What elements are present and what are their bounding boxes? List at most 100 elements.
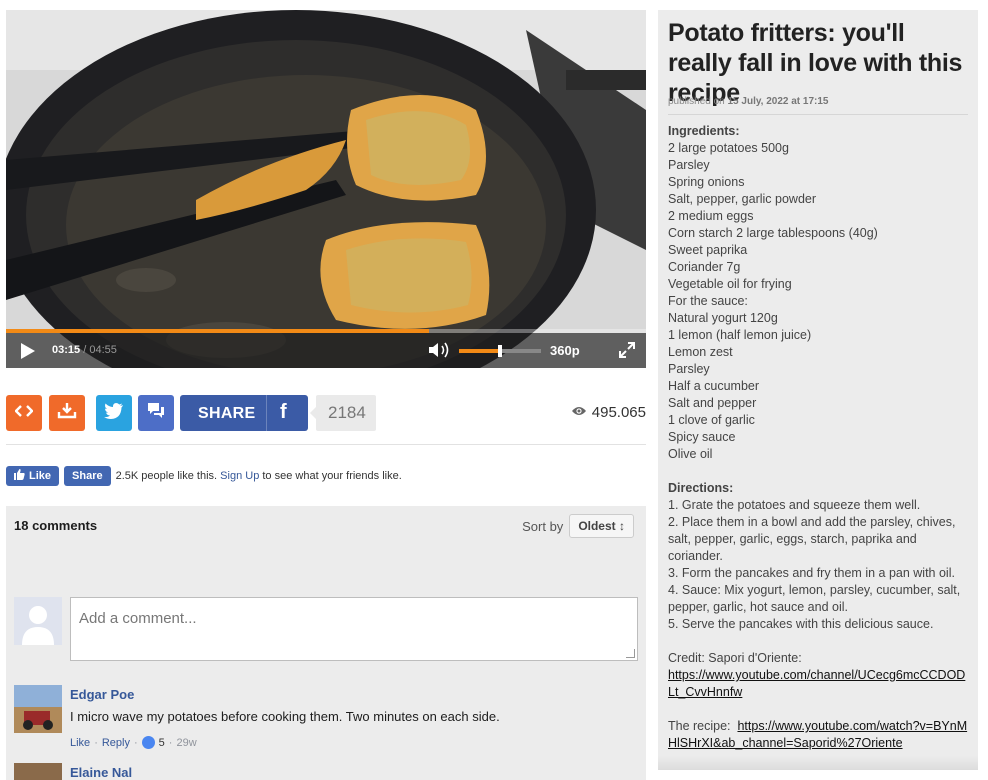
sort-value: Oldest (578, 519, 616, 533)
comment-reply-link[interactable]: Reply (102, 737, 130, 749)
ingredient-item: Olive oil (668, 447, 713, 461)
direction-step: 5. Serve the pancakes with this deliciou… (668, 617, 934, 631)
time-separator: / (83, 344, 87, 356)
comments-section: 18 comments Sort by Oldest ↕ Add a comme… (6, 506, 646, 780)
share-divider (266, 395, 267, 431)
download-icon (57, 402, 77, 425)
view-count: 495.065 (571, 404, 646, 421)
recipe-sidebar: Potato fritters: you'll really fall in l… (658, 10, 978, 770)
comments-count: 18 comments (14, 518, 98, 533)
published-value: 15 July, 2022 at 17:15 (727, 96, 829, 107)
sort-control: Sort by Oldest ↕ (522, 514, 634, 538)
directions-heading: Directions: (668, 481, 734, 495)
volume-icon[interactable] (428, 341, 452, 362)
volume-knob[interactable] (498, 345, 502, 357)
video-controls: 03:15 / 04:55 360p (6, 333, 646, 368)
facebook-like-bar: Like Share 2.5K people like this. Sign U… (6, 466, 402, 486)
comment-like-count: 5 (158, 736, 165, 749)
volume-slider[interactable] (459, 345, 541, 357)
share-count: 2184 (310, 395, 376, 431)
embed-button[interactable] (6, 395, 42, 431)
facebook-signup-suffix: to see what your friends like. (262, 470, 402, 482)
published-date: published on 15 July, 2022 at 17:15 (668, 96, 829, 107)
ingredients-heading: Ingredients: (668, 124, 740, 138)
view-count-value: 495.065 (591, 404, 646, 421)
main-column: 03:15 / 04:55 360p SHARE f 2184 495.065 … (6, 10, 646, 780)
facebook-icon: f (280, 401, 287, 423)
ingredient-item: Spicy sauce (668, 430, 736, 444)
current-time: 03:15 (52, 344, 81, 356)
ingredient-item: Parsley (668, 158, 710, 172)
video-player[interactable]: 03:15 / 04:55 360p (6, 10, 646, 368)
credit-label: Credit: Sapori d'Oriente: (668, 651, 802, 665)
comment-input[interactable]: Add a comment... (70, 597, 638, 661)
direction-step: 4. Sauce: Mix yogurt, lemon, parsley, cu… (668, 583, 961, 614)
video-frame (6, 10, 646, 368)
avatar (14, 763, 62, 780)
ingredient-item: 2 large potatoes 500g (668, 141, 789, 155)
direction-step: 3. Form the pancakes and fry them in a p… (668, 566, 955, 580)
avatar (14, 685, 62, 733)
comment-age[interactable]: 29w (176, 737, 196, 749)
share-label: SHARE (198, 405, 256, 422)
ingredient-item: Spring onions (668, 175, 745, 189)
recipe-link-row: The recipe: https://www.youtube.com/watc… (668, 718, 968, 752)
comment-author[interactable]: Elaine Nal (70, 765, 132, 780)
article-title: Potato fritters: you'll really fall in l… (668, 19, 963, 107)
facebook-share-button[interactable]: SHARE f (180, 395, 308, 431)
comment-text: I micro wave my potatoes before cooking … (70, 709, 500, 724)
thumbs-up-icon (14, 469, 25, 483)
volume-fill (459, 349, 500, 353)
facebook-like-button[interactable]: Like (6, 466, 60, 486)
facebook-share-small-button[interactable]: Share (64, 466, 111, 486)
like-label: Like (29, 470, 52, 482)
published-prefix: published on (668, 96, 725, 107)
sort-label: Sort by (522, 518, 564, 534)
download-button[interactable] (49, 395, 85, 431)
divider (668, 114, 968, 115)
ingredient-item: Salt, pepper, garlic powder (668, 192, 817, 206)
direction-step: 1. Grate the potatoes and squeeze them w… (668, 498, 921, 512)
meta-separator: · (168, 736, 173, 749)
facebook-signup-link[interactable]: Sign Up (220, 470, 259, 482)
comment-like-link[interactable]: Like (70, 737, 90, 749)
video-time: 03:15 / 04:55 (52, 344, 117, 356)
comment-author[interactable]: Edgar Poe (70, 687, 134, 702)
ingredient-item: Sweet paprika (668, 243, 748, 257)
ingredient-item: Salt and pepper (668, 396, 757, 410)
ingredient-item: For the sauce: (668, 294, 748, 308)
comment-meta: Like · Reply · 5 · 29w (70, 736, 197, 749)
twitter-share-button[interactable] (96, 395, 132, 431)
ingredient-item: Parsley (668, 362, 710, 376)
ingredient-item: Lemon zest (668, 345, 733, 359)
fullscreen-icon[interactable] (618, 341, 636, 362)
ingredients-list: 2 large potatoes 500g Parsley Spring onion… (668, 140, 968, 463)
ingredient-item: 1 clove of garlic (668, 413, 755, 427)
eye-icon (571, 404, 587, 421)
messenger-share-button[interactable] (138, 395, 174, 431)
share-small-label: Share (72, 470, 103, 482)
sidebar-fade (658, 756, 978, 770)
ingredient-item: Coriander 7g (668, 260, 741, 274)
ingredient-item: Corn starch 2 large tablespoons (40g) (668, 226, 878, 240)
embed-icon (14, 404, 34, 423)
recipe-body: Ingredients: 2 large potatoes 500g Parsle… (668, 123, 968, 752)
play-icon[interactable] (20, 342, 36, 363)
sort-arrows-icon: ↕ (619, 519, 625, 533)
ingredient-item: 1 lemon (half lemon juice) (668, 328, 812, 342)
quality-selector[interactable]: 360p (550, 343, 580, 358)
credit-link[interactable]: https://www.youtube.com/channel/UCecg6mc… (668, 668, 965, 699)
share-bar: SHARE f 2184 495.065 (6, 395, 646, 431)
twitter-icon (104, 402, 124, 424)
ingredient-item: 2 medium eggs (668, 209, 754, 223)
messenger-icon (146, 402, 166, 425)
meta-separator: · (133, 736, 138, 749)
directions-list: 1. Grate the potatoes and squeeze them w… (668, 497, 968, 633)
facebook-social-text: 2.5K people like this. (115, 470, 218, 482)
meta-separator: · (94, 736, 98, 749)
sort-select[interactable]: Oldest ↕ (569, 514, 634, 538)
recipe-label: The recipe: (668, 719, 731, 733)
